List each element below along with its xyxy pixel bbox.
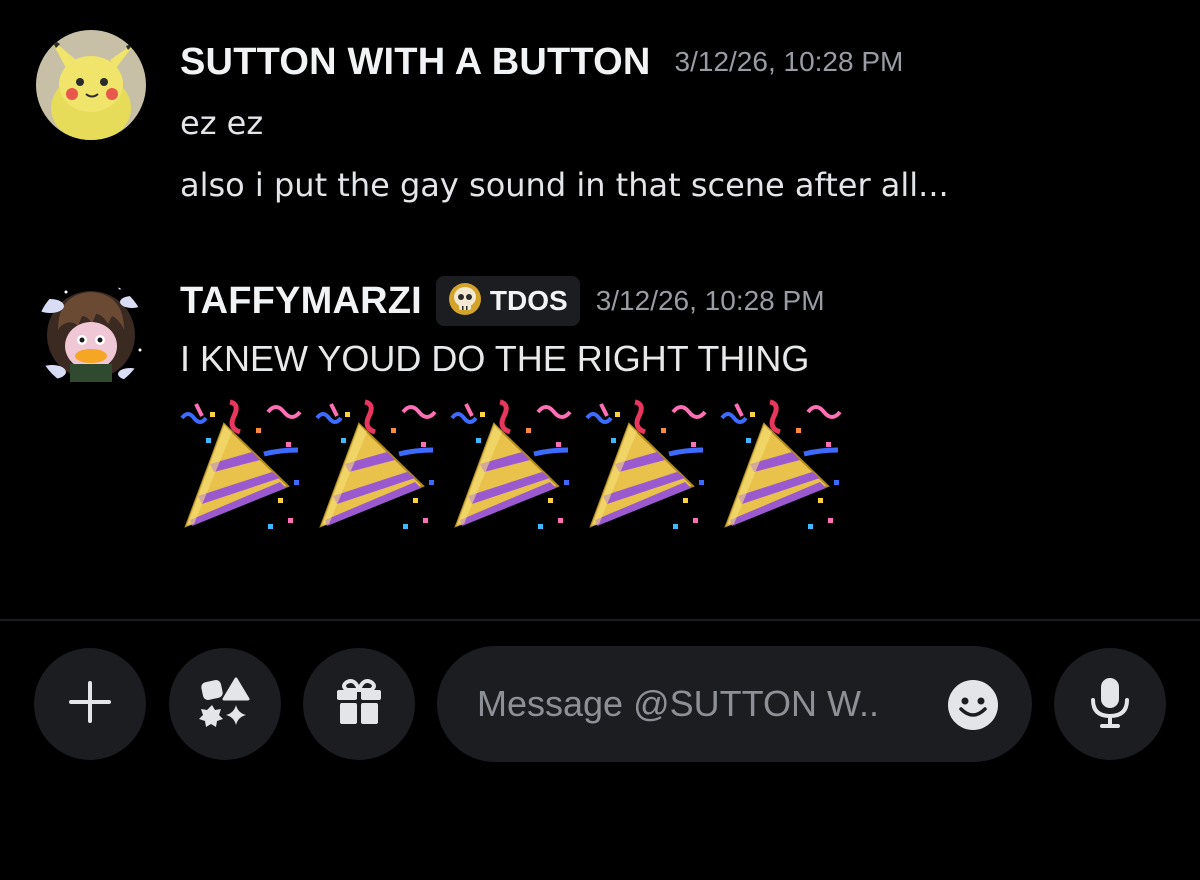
party-popper-emoji	[446, 398, 581, 538]
party-popper-emoji	[581, 398, 716, 538]
message-text: I KNEW YOUD DO THE RIGHT THING	[180, 338, 810, 379]
gift-button[interactable]	[303, 648, 415, 760]
timestamp: 3/12/26, 10:28 PM	[674, 46, 904, 77]
voice-message-button[interactable]	[1054, 648, 1166, 760]
username[interactable]: SUTTON WITH A BUTTON	[180, 41, 651, 84]
composer-divider	[0, 619, 1200, 621]
microphone-icon	[1085, 674, 1135, 734]
emoji-row	[176, 398, 851, 538]
party-popper-emoji	[176, 398, 311, 538]
timestamp: 3/12/26, 10:28 PM	[595, 285, 825, 316]
emoji-icon	[948, 680, 998, 730]
message-input[interactable]	[477, 674, 907, 734]
apps-button[interactable]	[169, 648, 281, 760]
pikachu-avatar[interactable]	[36, 30, 146, 140]
skull-icon	[448, 282, 482, 320]
party-popper-emoji	[311, 398, 446, 538]
gift-icon	[333, 676, 385, 732]
attach-plus-button[interactable]	[34, 648, 146, 760]
server-tag-badge[interactable]: TDOS	[435, 276, 580, 326]
message-text: also i put the gay sound in that scene a…	[180, 166, 949, 204]
apps-icon	[198, 675, 252, 733]
message-header: SUTTON WITH A BUTTON 3/12/26, 10:28 PM	[180, 38, 903, 86]
message-header: TAFFYMARZI TDOS 3/12/26, 10:28 PM	[180, 274, 825, 328]
penguin-avatar-with-clouds[interactable]	[36, 280, 146, 390]
tag-label: TDOS	[489, 285, 568, 316]
party-popper-emoji	[716, 398, 851, 538]
dm-chat-screen: SUTTON WITH A BUTTON 3/12/26, 10:28 PM e…	[0, 0, 1200, 880]
username[interactable]: TAFFYMARZI	[180, 280, 422, 323]
message-text: ez ez	[180, 104, 264, 142]
message-input-container[interactable]	[437, 646, 1032, 762]
emoji-picker-button[interactable]	[947, 679, 999, 731]
plus-icon	[65, 677, 115, 731]
